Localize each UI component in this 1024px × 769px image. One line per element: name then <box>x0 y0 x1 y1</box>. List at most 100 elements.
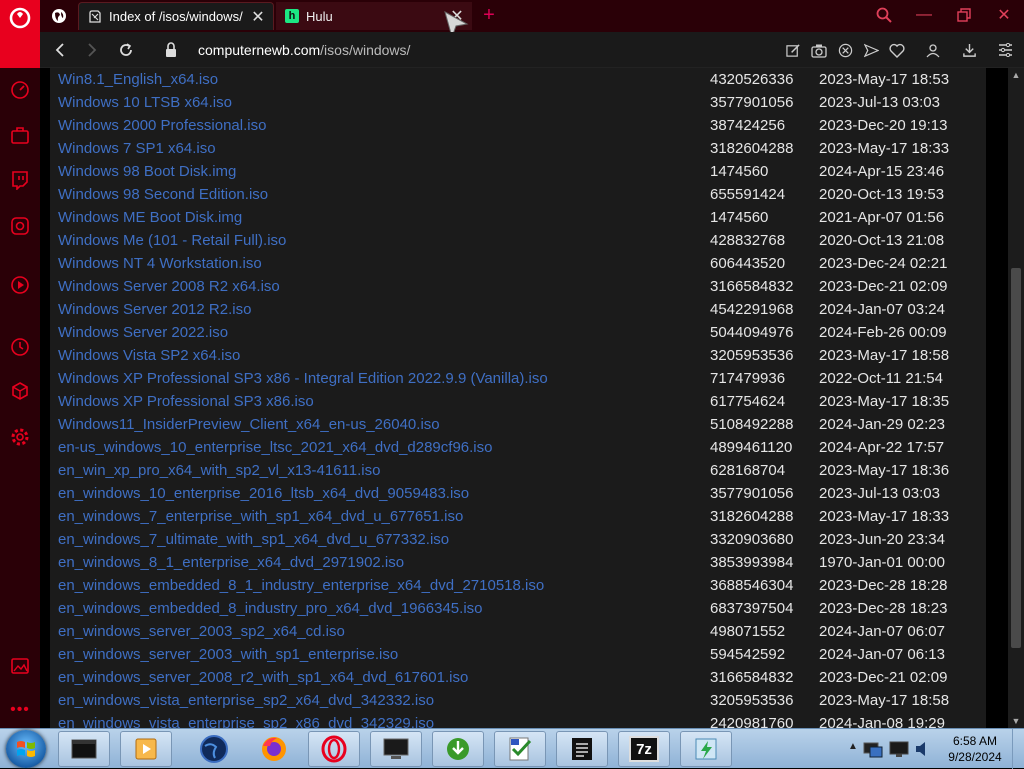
close-window-icon[interactable]: ✕ <box>984 0 1024 30</box>
file-link[interactable]: Windows ME Boot Disk.img <box>58 209 242 226</box>
file-size: 3577901056 <box>710 485 794 502</box>
file-link[interactable]: en_windows_server_2003_with_sp1_enterpri… <box>58 646 398 663</box>
tab-index-isos-windows[interactable]: Index of /isos/windows/ ✕ <box>78 2 274 30</box>
media-player-icon <box>135 738 157 760</box>
show-desktop-button[interactable] <box>1012 729 1024 769</box>
file-link[interactable]: Windows Vista SP2 x64.iso <box>58 347 240 364</box>
easy-setup-icon[interactable] <box>992 38 1018 62</box>
file-link[interactable]: Windows 10 LTSB x64.iso <box>58 94 232 111</box>
vertical-scrollbar[interactable]: ▲ ▼ <box>1008 68 1024 728</box>
history-icon[interactable] <box>8 335 32 359</box>
player-icon[interactable] <box>8 273 32 297</box>
tab-list-globe-icon[interactable] <box>44 4 74 28</box>
file-link[interactable]: Windows XP Professional SP3 x86.iso <box>58 393 314 410</box>
file-link[interactable]: Windows XP Professional SP3 x86 - Integr… <box>58 370 548 387</box>
file-link[interactable]: en_windows_10_enterprise_2016_ltsb_x64_d… <box>58 485 469 502</box>
file-date: 2023-May-17 18:33 <box>819 140 950 157</box>
file-link[interactable]: Windows 98 Second Edition.iso <box>58 186 268 203</box>
file-link[interactable]: Windows Me (101 - Retail Full).iso <box>58 232 286 249</box>
file-link[interactable]: Win8.1_English_x64.iso <box>58 71 218 88</box>
list-item: en_windows_vista_enterprise_sp2_x64_dvd_… <box>50 690 986 713</box>
file-date: 2023-Jun-20 23:34 <box>819 531 945 548</box>
7zip-icon: 7z <box>629 736 659 762</box>
minimize-icon[interactable]: — <box>904 0 944 30</box>
taskbar-terminal[interactable] <box>58 731 110 767</box>
file-size: 428832768 <box>710 232 786 249</box>
file-date: 2024-Jan-08 19:29 <box>819 715 945 728</box>
scroll-thumb[interactable] <box>1011 268 1021 648</box>
instagram-icon[interactable] <box>8 214 32 238</box>
list-item: Windows Vista SP2 x64.iso 3205953536 2023-… <box>50 345 986 368</box>
file-link[interactable]: Windows 7 SP1 x64.iso <box>58 140 216 157</box>
reload-icon[interactable] <box>114 38 138 62</box>
taskbar-media-player[interactable] <box>120 731 172 767</box>
file-link[interactable]: en-us_windows_10_enterprise_ltsc_2021_x6… <box>58 439 492 456</box>
taskbar-opera[interactable] <box>308 731 360 767</box>
file-link[interactable]: en_windows_7_ultimate_with_sp1_x64_dvd_u… <box>58 531 449 548</box>
file-link[interactable]: en_windows_embedded_8_industry_pro_x64_d… <box>58 600 483 617</box>
file-link[interactable]: en_windows_8_1_enterprise_x64_dvd_297190… <box>58 554 404 571</box>
file-link[interactable]: en_windows_7_enterprise_with_sp1_x64_dvd… <box>58 508 463 525</box>
taskbar-notepad[interactable] <box>556 731 608 767</box>
terminal-icon <box>71 739 97 759</box>
file-link[interactable]: en_windows_vista_enterprise_sp2_x64_dvd_… <box>58 692 434 709</box>
taskbar-checklist[interactable] <box>494 731 546 767</box>
download-icon[interactable] <box>956 38 982 62</box>
settings-icon[interactable] <box>8 425 32 449</box>
heart-icon[interactable] <box>884 38 910 62</box>
file-date: 2023-Dec-21 02:09 <box>819 669 948 686</box>
file-date: 2023-Dec-20 19:13 <box>819 117 948 134</box>
new-tab-plus-icon[interactable]: + <box>478 4 500 26</box>
file-size: 3166584832 <box>710 278 794 295</box>
more-icon[interactable]: ••• <box>8 698 32 722</box>
start-button[interactable] <box>6 730 46 768</box>
restore-icon[interactable] <box>944 0 984 30</box>
account-icon[interactable] <box>920 38 946 62</box>
file-link[interactable]: Windows 2000 Professional.iso <box>58 117 266 134</box>
workspace-icon[interactable] <box>8 123 32 147</box>
send-icon[interactable] <box>858 38 884 62</box>
taskbar-globe[interactable] <box>188 731 240 767</box>
back-icon[interactable] <box>48 38 72 62</box>
tab-close-icon[interactable]: ✕ <box>247 6 269 28</box>
file-link[interactable]: en_windows_server_2003_sp2_x64_cd.iso <box>58 623 345 640</box>
file-link[interactable]: Windows Server 2012 R2.iso <box>58 301 251 318</box>
display-icon[interactable] <box>888 739 910 759</box>
taskbar-flash[interactable] <box>680 731 732 767</box>
taskbar-firefox[interactable] <box>248 731 300 767</box>
extensions-icon[interactable] <box>8 379 32 403</box>
file-link[interactable]: en_windows_embedded_8_1_industry_enterpr… <box>58 577 544 594</box>
volume-icon[interactable] <box>914 739 930 759</box>
camera-icon[interactable] <box>806 38 832 62</box>
taskbar-monitor[interactable] <box>370 731 422 767</box>
tray-overflow-icon[interactable]: ▲ <box>848 741 858 755</box>
file-link[interactable]: Windows 98 Boot Disk.img <box>58 163 236 180</box>
tab-title: Hulu <box>306 8 333 24</box>
adblock-icon[interactable] <box>832 38 858 62</box>
file-link[interactable]: Windows Server 2022.iso <box>58 324 228 341</box>
taskbar-download-manager[interactable] <box>432 731 484 767</box>
file-listing: Win8.1_English_x64.iso 4320526336 2023-May… <box>50 68 986 728</box>
url-field[interactable]: computernewb.com/isos/windows/ <box>198 42 410 58</box>
file-link[interactable]: en_windows_server_2008_r2_with_sp1_x64_d… <box>58 669 468 686</box>
taskbar-7zip[interactable]: 7z <box>618 731 670 767</box>
opera-menu-button[interactable] <box>0 0 40 68</box>
twitch-icon[interactable] <box>8 168 32 192</box>
file-link[interactable]: Windows11_InsiderPreview_Client_x64_en-u… <box>58 416 440 433</box>
search-tabs-icon[interactable] <box>864 0 904 30</box>
clock[interactable]: 6:58 AM 9/28/2024 <box>940 733 1010 765</box>
forward-icon[interactable] <box>80 38 104 62</box>
file-link[interactable]: Windows Server 2008 R2 x64.iso <box>58 278 280 295</box>
file-date: 1970-Jan-01 00:00 <box>819 554 945 571</box>
file-link[interactable]: Windows NT 4 Workstation.iso <box>58 255 262 272</box>
network-icon[interactable] <box>862 739 884 759</box>
scroll-down-icon[interactable]: ▼ <box>1008 714 1024 728</box>
speed-dial-icon[interactable] <box>8 78 32 102</box>
pinboard-icon[interactable] <box>8 654 32 678</box>
scroll-up-icon[interactable]: ▲ <box>1008 68 1024 82</box>
lock-icon[interactable] <box>164 42 178 58</box>
file-link[interactable]: en_win_xp_pro_x64_with_sp2_vl_x13-41611.… <box>58 462 380 479</box>
file-link[interactable]: en_windows_vista_enterprise_sp2_x86_dvd_… <box>58 715 434 728</box>
checklist-icon <box>509 737 532 761</box>
edit-icon[interactable] <box>780 38 806 62</box>
